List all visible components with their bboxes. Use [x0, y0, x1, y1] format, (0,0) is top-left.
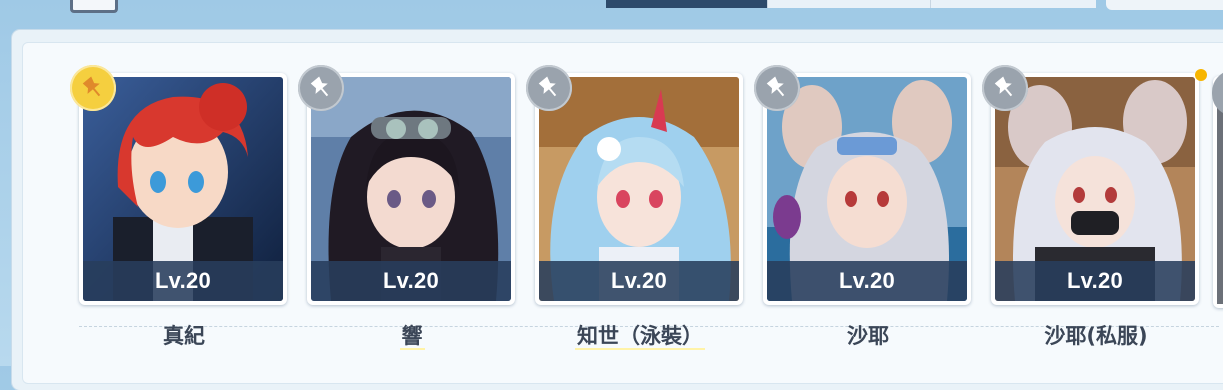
level-label: Lv.20 [311, 261, 511, 301]
pin-icon[interactable] [982, 65, 1028, 111]
student-name: 真紀 [163, 324, 205, 348]
level-label: Lv.20 [767, 261, 967, 301]
student-portrait: Lv.20 [767, 77, 967, 301]
pin-icon[interactable] [298, 65, 344, 111]
card-frame: Lv.20 [763, 73, 971, 305]
card-frame: Lv.20 [535, 73, 743, 305]
tab-1[interactable] [606, 0, 768, 8]
card-frame: Lv.20 [991, 73, 1199, 305]
student-portrait: Lv.20 [539, 77, 739, 301]
card-frame: Lv.20 [307, 73, 515, 305]
student-portrait: Lv.20 [311, 77, 511, 301]
top-right-button[interactable] [1106, 0, 1223, 10]
pin-icon[interactable] [754, 65, 800, 111]
tab-3[interactable] [929, 0, 1097, 8]
student-name: 響 [399, 324, 425, 350]
notification-dot [1195, 69, 1207, 81]
student-name: 沙耶(私服) [1044, 324, 1148, 348]
student-card-chise-swimsuit[interactable]: Lv.20 知世（泳裝） [526, 65, 747, 350]
student-card-saya[interactable]: Lv.20 沙耶 [754, 65, 975, 348]
student-portrait: Lv.20 [995, 77, 1195, 301]
student-name: 知世（泳裝） [575, 324, 705, 350]
student-card-saya-casual[interactable]: Lv.20 沙耶(私服) [982, 65, 1207, 348]
student-card-maki[interactable]: Lv.20 真紀 [70, 65, 291, 348]
pin-icon[interactable] [70, 65, 116, 111]
top-bar [0, 0, 1223, 28]
student-portrait: Lv.20 [83, 77, 283, 301]
pin-icon[interactable] [526, 65, 572, 111]
level-label: Lv.20 [539, 261, 739, 301]
student-name: 沙耶 [847, 324, 889, 348]
top-tabs [606, 0, 1097, 8]
level-label: Lv.20 [995, 261, 1195, 301]
menu-icon[interactable] [70, 0, 118, 13]
card-frame: Lv.20 [79, 73, 287, 305]
level-label: Lv.20 [83, 261, 283, 301]
tab-2[interactable] [767, 0, 930, 8]
student-card-hibiki[interactable]: Lv.20 響 [298, 65, 519, 350]
